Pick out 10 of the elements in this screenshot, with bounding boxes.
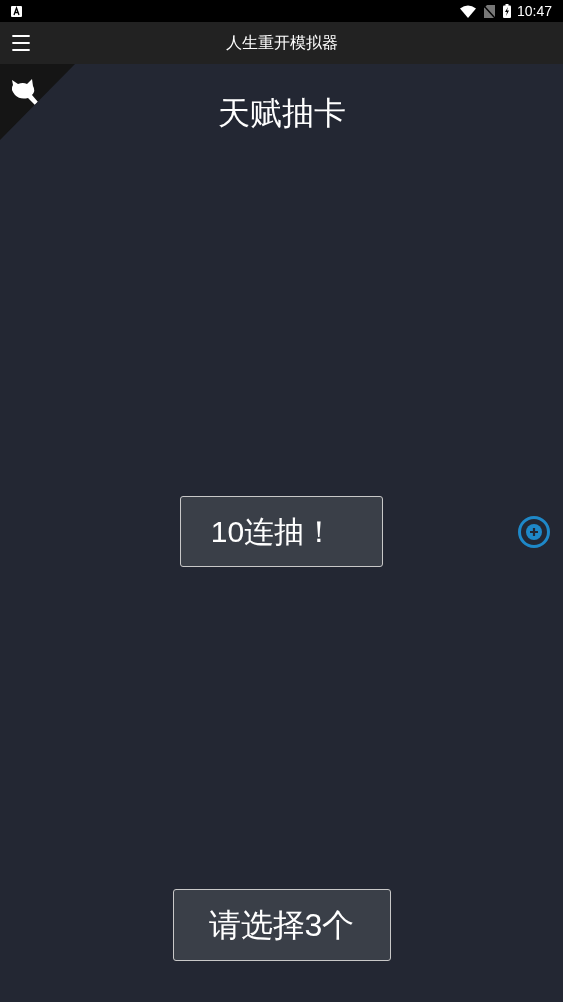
status-time: 10:47 bbox=[516, 1, 552, 21]
app-title: 人生重开模拟器 bbox=[225, 33, 338, 53]
wifi-icon bbox=[459, 4, 476, 18]
notification-icon bbox=[11, 5, 22, 17]
add-icon[interactable] bbox=[517, 515, 551, 549]
page-title: 天赋抽卡 bbox=[217, 94, 346, 132]
draw-button[interactable]: 10连抽！ bbox=[180, 496, 383, 567]
battery-icon bbox=[502, 4, 511, 18]
confirm-button[interactable]: 请选择3个 bbox=[172, 889, 391, 961]
no-sim-icon bbox=[483, 4, 495, 18]
